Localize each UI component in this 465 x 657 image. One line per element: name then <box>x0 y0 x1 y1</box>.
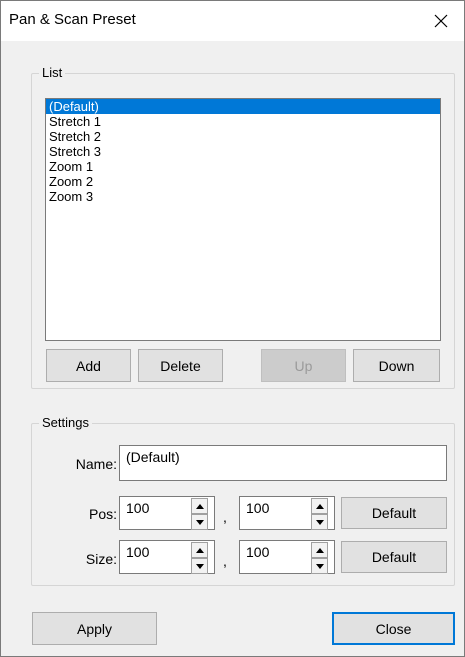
list-group-label: List <box>39 65 66 80</box>
window-title: Pan & Scan Preset <box>9 11 136 28</box>
list-item[interactable]: (Default) <box>46 99 440 114</box>
close-icon <box>434 14 448 28</box>
close-button[interactable]: Close <box>332 612 455 645</box>
up-button[interactable]: Up <box>261 349 346 382</box>
spin-down-icon <box>315 563 324 569</box>
pos-default-button[interactable]: Default <box>341 497 447 529</box>
pos-x-down-button[interactable] <box>191 514 208 530</box>
size-x-stepper[interactable] <box>191 542 208 574</box>
pos-x-up-button[interactable] <box>191 498 208 514</box>
list-item[interactable]: Zoom 1 <box>46 159 440 174</box>
size-x-down-button[interactable] <box>191 558 208 574</box>
title-bar[interactable]: Pan & Scan Preset <box>1 1 464 41</box>
list-item[interactable]: Stretch 3 <box>46 144 440 159</box>
close-window-button[interactable] <box>418 1 464 41</box>
list-item[interactable]: Zoom 2 <box>46 174 440 189</box>
spin-down-icon <box>195 519 204 525</box>
size-y-down-button[interactable] <box>311 558 328 574</box>
pos-y-up-button[interactable] <box>311 498 328 514</box>
size-y-up-button[interactable] <box>311 542 328 558</box>
spin-up-icon <box>195 547 204 553</box>
down-button[interactable]: Down <box>353 349 440 382</box>
name-label: Name: <box>75 456 117 472</box>
apply-button[interactable]: Apply <box>32 612 157 645</box>
name-input[interactable]: (Default) <box>119 445 447 481</box>
spin-down-icon <box>315 519 324 525</box>
spin-up-icon <box>315 503 324 509</box>
pos-y-stepper[interactable] <box>311 498 328 530</box>
size-label: Size: <box>85 551 117 567</box>
add-button[interactable]: Add <box>46 349 131 382</box>
list-item[interactable]: Stretch 2 <box>46 129 440 144</box>
dialog-window: Pan & Scan Preset List (Default) Stretch… <box>0 0 465 657</box>
settings-group-label: Settings <box>39 415 92 430</box>
pos-x-stepper[interactable] <box>191 498 208 530</box>
spin-down-icon <box>195 563 204 569</box>
delete-button[interactable]: Delete <box>138 349 223 382</box>
pos-separator: , <box>223 509 227 525</box>
pos-y-down-button[interactable] <box>311 514 328 530</box>
preset-listbox[interactable]: (Default) Stretch 1 Stretch 2 Stretch 3 … <box>45 98 441 341</box>
pos-label: Pos: <box>88 506 117 522</box>
size-y-stepper[interactable] <box>311 542 328 574</box>
list-item[interactable]: Stretch 1 <box>46 114 440 129</box>
spin-up-icon <box>195 503 204 509</box>
list-item[interactable]: Zoom 3 <box>46 189 440 204</box>
size-default-button[interactable]: Default <box>341 541 447 573</box>
size-x-up-button[interactable] <box>191 542 208 558</box>
size-separator: , <box>223 553 227 569</box>
spin-up-icon <box>315 547 324 553</box>
